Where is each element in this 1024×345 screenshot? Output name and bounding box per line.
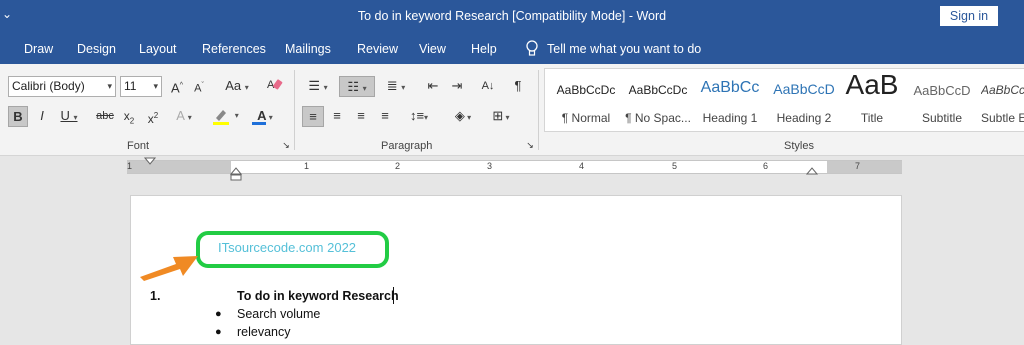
style-normal[interactable]: AaBbCcDc ¶ Normal (549, 69, 623, 131)
align-center-icon[interactable]: ≡ (328, 106, 346, 127)
document-page[interactable] (130, 195, 902, 345)
text-cursor (393, 287, 394, 304)
line-spacing-icon[interactable]: ↕≡▾ (404, 106, 434, 127)
bold-button[interactable]: B (8, 106, 28, 127)
ruler-right-margin (827, 161, 902, 173)
font-dialog-launcher-icon[interactable]: ↘ (281, 140, 291, 150)
ruler-number: 6 (763, 161, 769, 171)
numbering-icon[interactable]: ☷ ▾ (339, 76, 375, 97)
chevron-down-icon: ▾ (107, 81, 112, 91)
style-subtitle[interactable]: AaBbCcD Subtitle (905, 69, 979, 131)
title-bar: ⌄ To do in keyword Research [Compatibili… (0, 0, 1024, 34)
tell-me-label: Tell me what you want to do (547, 42, 702, 56)
watermark-text: ITsourcecode.com 2022 (218, 240, 357, 255)
chevron-down-icon: ▾ (153, 81, 158, 91)
shading-icon[interactable]: ◈ ▾ (448, 106, 478, 127)
right-indent-marker[interactable] (806, 167, 818, 175)
align-right-icon[interactable]: ≡ (352, 106, 370, 127)
ribbon-tabs: Draw Design Layout References Mailings R… (0, 34, 1024, 64)
paragraph-group-label: Paragraph (381, 140, 433, 152)
ruler-left-margin (127, 161, 231, 173)
tab-review[interactable]: Review (357, 42, 398, 56)
style-title[interactable]: AaB Title (835, 69, 909, 131)
decrease-indent-icon[interactable]: ⇤ (424, 76, 442, 97)
tab-mailings[interactable]: Mailings (285, 42, 331, 56)
change-case-icon[interactable]: Aa ▾ (220, 76, 254, 97)
window-title: To do in keyword Research [Compatibility… (357, 9, 667, 23)
font-name-dropdown[interactable]: Calibri (Body) ▾ (8, 76, 116, 97)
list-number: 1. (150, 289, 161, 303)
first-line-indent-marker[interactable] (144, 157, 156, 165)
bullet-icon: ● (215, 308, 222, 320)
shrink-font-icon[interactable]: Aˇ (190, 76, 208, 97)
ruler-number: 1 (127, 161, 133, 171)
annotation-arrow-icon (140, 256, 198, 281)
styles-group-label: Styles (784, 140, 814, 152)
ruler-number: 3 (487, 161, 493, 171)
style-no-spacing[interactable]: AaBbCcDc ¶ No Spac... (621, 69, 695, 131)
tab-design[interactable]: Design (77, 42, 116, 56)
font-size-dropdown[interactable]: 11 ▾ (120, 76, 162, 97)
subscript-button[interactable]: x2 (120, 106, 138, 127)
font-name-value: Calibri (Body) (12, 79, 85, 93)
clear-formatting-icon[interactable]: A (266, 76, 284, 97)
bullet-icon: ● (215, 326, 222, 338)
underline-button[interactable]: U ▾ (56, 106, 82, 127)
ruler-number: 1 (304, 161, 310, 171)
font-size-value: 11 (124, 79, 137, 93)
borders-icon[interactable]: ⊞ ▾ (486, 106, 516, 127)
bullet-item[interactable]: relevancy (237, 325, 291, 339)
ruler-number: 2 (395, 161, 401, 171)
font-color-icon[interactable]: A ▾ (250, 106, 280, 127)
increase-indent-icon[interactable]: ⇥ (448, 76, 466, 97)
highlight-color-icon[interactable]: ▾ (208, 106, 242, 127)
ruler-number: 7 (855, 161, 861, 171)
tab-draw[interactable]: Draw (24, 42, 53, 56)
tab-help[interactable]: Help (471, 42, 497, 56)
text-effects-icon[interactable]: A ▾ (172, 106, 196, 127)
ruler-area: 1 1 2 3 4 5 6 7 (0, 156, 1024, 181)
align-left-icon[interactable]: ≡ (302, 106, 324, 127)
document-heading[interactable]: To do in keyword Research (237, 289, 399, 303)
style-heading-2[interactable]: AaBbCcD Heading 2 (767, 69, 841, 131)
ribbon-home: Calibri (Body) ▾ 11 ▾ A^ Aˇ Aa ▾ A B I U… (0, 64, 1024, 156)
bullet-item[interactable]: Search volume (237, 307, 320, 321)
bullets-icon[interactable]: ☰ ▾ (302, 76, 334, 97)
strikethrough-button[interactable]: abc (94, 106, 116, 127)
hanging-indent-marker[interactable] (230, 167, 242, 181)
ruler-number: 4 (579, 161, 585, 171)
show-formatting-icon[interactable]: ¶ (510, 76, 526, 97)
justify-icon[interactable]: ≡ (376, 106, 394, 127)
grow-font-icon[interactable]: A^ (168, 76, 186, 97)
ruler-number: 5 (672, 161, 678, 171)
tab-view[interactable]: View (419, 42, 446, 56)
paragraph-dialog-launcher-icon[interactable]: ↘ (525, 140, 535, 150)
tab-layout[interactable]: Layout (139, 42, 177, 56)
styles-gallery: AaBbCcDc ¶ Normal AaBbCcDc ¶ No Spac... … (544, 68, 1024, 132)
group-separator (294, 70, 295, 150)
tab-references[interactable]: References (202, 42, 266, 56)
multilevel-list-icon[interactable]: ≣ ▾ (380, 76, 412, 97)
superscript-button[interactable]: x2 (144, 106, 162, 127)
style-heading-1[interactable]: AaBbCc Heading 1 (693, 69, 767, 131)
sign-in-button[interactable]: Sign in (940, 6, 998, 26)
lightbulb-icon (526, 40, 538, 56)
style-subtle-emphasis[interactable]: AaBbCcD Subtle E (977, 69, 1024, 131)
group-separator (538, 70, 539, 150)
tell-me-search[interactable]: Tell me what you want to do (525, 40, 701, 58)
italic-button[interactable]: I (34, 106, 50, 127)
font-group-label: Font (127, 140, 150, 152)
sort-icon[interactable]: A↓ (478, 76, 498, 97)
horizontal-ruler[interactable]: 1 1 2 3 4 5 6 7 (127, 160, 902, 174)
